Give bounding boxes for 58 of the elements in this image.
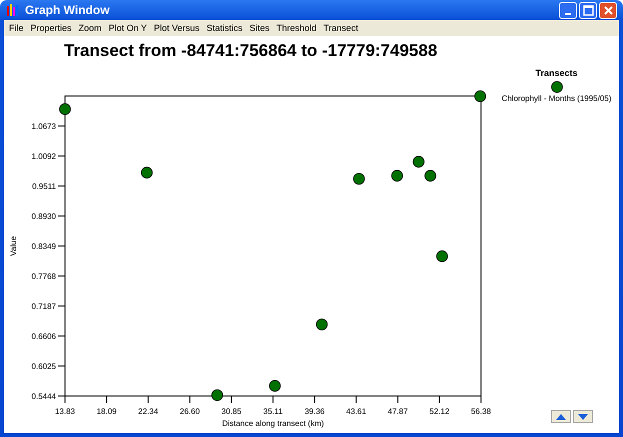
- minimize-icon: [565, 12, 571, 14]
- bar-chart-icon: [6, 4, 20, 16]
- menu-item[interactable]: Sites: [246, 23, 274, 33]
- close-button[interactable]: [599, 2, 617, 18]
- data-point: [140, 166, 153, 178]
- menu-item[interactable]: Statistics: [203, 23, 246, 33]
- minimize-button[interactable]: [559, 2, 577, 18]
- y-tick-label: 0.9511: [32, 182, 56, 191]
- data-point: [436, 250, 448, 262]
- y-tick-label: 0.8349: [32, 242, 56, 251]
- x-tick-label: 47.87: [388, 407, 408, 416]
- menu-item[interactable]: Transect: [320, 23, 362, 33]
- data-point: [412, 156, 424, 168]
- x-tick-label: 22.34: [138, 407, 158, 416]
- y-tick-label: 0.6606: [32, 332, 56, 341]
- data-point: [474, 90, 486, 102]
- down-arrow-icon: [578, 414, 588, 420]
- scroll-down-button[interactable]: [572, 410, 592, 423]
- menu-item[interactable]: Properties: [28, 23, 76, 33]
- x-tick-label: 35.11: [263, 407, 283, 416]
- y-tick-label: 0.7187: [32, 302, 56, 311]
- x-tick-label: 43.61: [346, 407, 366, 416]
- menu-item[interactable]: Zoom: [76, 23, 106, 33]
- x-tick-label: 13.83: [54, 407, 76, 416]
- x-tick-label: 39.36: [304, 407, 325, 416]
- up-arrow-icon: [556, 414, 566, 420]
- scroll-up-button[interactable]: [550, 410, 570, 423]
- legend-title: Transects: [535, 68, 578, 78]
- y-tick-label: 1.0092: [32, 152, 56, 161]
- close-icon: [602, 4, 614, 16]
- x-tick-label: 52.12: [429, 407, 450, 416]
- menu-item[interactable]: Plot On Y: [106, 23, 151, 33]
- y-tick-label: 1.0673: [32, 122, 56, 131]
- y-tick-label: 0.5444: [32, 392, 56, 401]
- data-point: [269, 380, 281, 392]
- data-point: [353, 172, 365, 185]
- data-point: [424, 170, 436, 182]
- y-tick-label: 0.8930: [32, 212, 56, 221]
- x-tick-label: 26.60: [180, 407, 200, 416]
- chart-title: Transect from -84741:756864 to -17779:749588: [63, 40, 438, 62]
- x-tick-label: 18.09: [96, 407, 117, 416]
- y-tick-label: 0.7768: [32, 272, 56, 281]
- data-point: [391, 170, 403, 182]
- menu-item[interactable]: Plot Versus: [150, 23, 204, 33]
- data-point: [59, 103, 71, 115]
- x-tick-label: 56.38: [470, 407, 492, 416]
- y-tick-label: 0.6025: [32, 362, 56, 371]
- legend-label: Chlorophyll - Months (1995/05): [502, 94, 612, 103]
- menu-item[interactable]: File: [6, 23, 28, 33]
- data-point: [211, 389, 224, 402]
- x-axis-label: Distance along transect (km): [222, 419, 324, 428]
- y-axis-label: Value: [9, 236, 18, 256]
- menu-item[interactable]: Threshold: [273, 23, 321, 33]
- window-title: Graph Window: [25, 3, 110, 17]
- maximize-icon: [582, 4, 594, 16]
- maximize-button[interactable]: [579, 2, 597, 18]
- data-point: [316, 318, 328, 330]
- x-tick-label: 30.85: [221, 407, 242, 416]
